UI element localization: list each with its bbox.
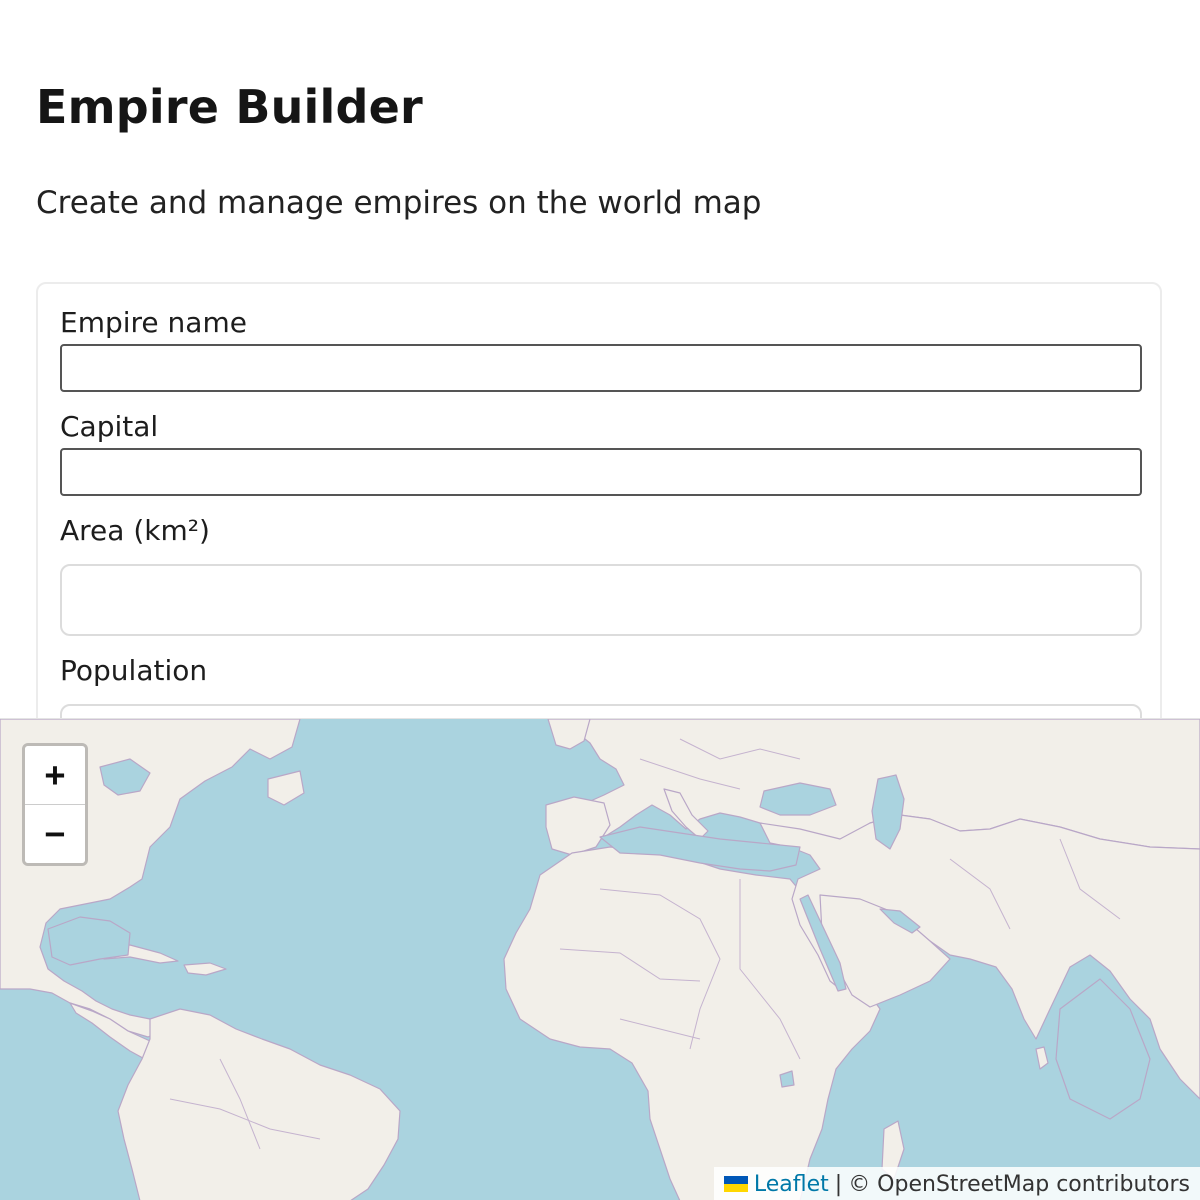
empire-name-label: Empire name [60, 306, 247, 339]
world-map[interactable]: + − Leaflet | © OpenStreetMap contributo… [0, 718, 1200, 1200]
osm-attribution-text: © OpenStreetMap contributors [848, 1171, 1190, 1197]
leaflet-link[interactable]: Leaflet [754, 1172, 829, 1197]
attribution-separator: | [834, 1171, 843, 1197]
population-label: Population [60, 654, 208, 687]
map-tiles[interactable] [0, 719, 1200, 1200]
capital-label: Capital [60, 410, 159, 443]
area-label: Area (km²) [60, 514, 210, 547]
capital-input[interactable] [60, 448, 1142, 496]
empire-builder-page: Empire Builder Create and manage empires… [0, 0, 1200, 1200]
zoom-control: + − [22, 743, 88, 866]
area-input[interactable] [60, 564, 1142, 636]
zoom-in-button[interactable]: + [25, 746, 85, 805]
ukraine-flag-icon [723, 1176, 748, 1192]
page-title: Empire Builder [36, 80, 423, 134]
map-attribution: Leaflet | © OpenStreetMap contributors [713, 1167, 1200, 1200]
empire-name-input[interactable] [60, 344, 1142, 392]
zoom-out-button[interactable]: − [25, 805, 85, 863]
page-subtitle: Create and manage empires on the world m… [36, 185, 762, 221]
